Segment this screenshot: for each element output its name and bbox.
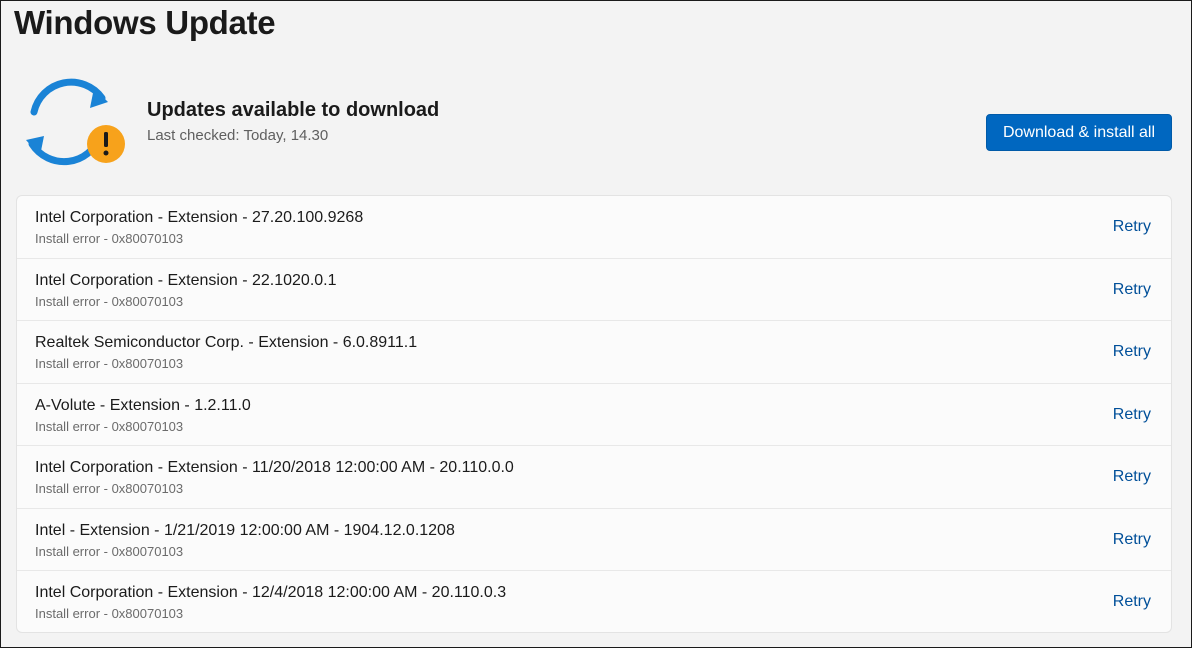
- sync-warning-icon: [22, 78, 130, 168]
- update-row: Intel Corporation - Extension - 12/4/201…: [17, 571, 1171, 632]
- update-name: Intel Corporation - Extension - 27.20.10…: [35, 209, 364, 226]
- update-row: Intel Corporation - Extension - 27.20.10…: [17, 196, 1171, 259]
- retry-link[interactable]: Retry: [1113, 531, 1151, 549]
- update-error-status: Install error - 0x80070103: [35, 543, 184, 559]
- update-row: Intel - Extension - 1/21/2019 12:00:00 A…: [17, 509, 1171, 571]
- update-name: Intel Corporation - Extension - 12/4/201…: [35, 584, 507, 601]
- last-checked-text: Last checked: Today, 14.30: [147, 127, 329, 144]
- retry-link[interactable]: Retry: [1113, 468, 1151, 486]
- retry-link[interactable]: Retry: [1113, 343, 1151, 361]
- update-error-status: Install error - 0x80070103: [35, 481, 184, 496]
- update-row: Realtek Semiconductor Corp. - Extension …: [17, 321, 1171, 384]
- update-name: Intel - Extension - 1/21/2019 12:00:00 A…: [35, 521, 455, 539]
- retry-link[interactable]: Retry: [1113, 218, 1151, 236]
- update-name: Intel Corporation - Extension - 11/20/20…: [35, 459, 514, 476]
- download-install-all-button[interactable]: Download & install all: [986, 114, 1172, 151]
- update-name: Realtek Semiconductor Corp. - Extension …: [35, 334, 418, 351]
- update-error-status: Install error - 0x80070103: [35, 356, 184, 371]
- update-row: Intel Corporation - Extension - 22.1020.…: [17, 259, 1171, 321]
- update-name: Intel Corporation - Extension - 22.1020.…: [35, 271, 337, 289]
- retry-link[interactable]: Retry: [1113, 406, 1151, 424]
- update-error-status: Install error - 0x80070103: [35, 606, 184, 621]
- status-title: Updates available to download: [147, 99, 440, 121]
- update-list: Intel Corporation - Extension - 27.20.10…: [16, 195, 1172, 633]
- update-error-status: Install error - 0x80070103: [35, 293, 184, 309]
- page-title: Windows Update: [14, 4, 276, 41]
- update-error-status: Install error - 0x80070103: [35, 418, 184, 434]
- update-row: Intel Corporation - Extension - 11/20/20…: [17, 446, 1171, 509]
- update-name: A-Volute - Extension - 1.2.11.0: [35, 396, 251, 414]
- update-error-status: Install error - 0x80070103: [35, 231, 184, 246]
- retry-link[interactable]: Retry: [1113, 593, 1151, 611]
- update-row: A-Volute - Extension - 1.2.11.0 Install e…: [17, 384, 1171, 446]
- retry-link[interactable]: Retry: [1113, 281, 1151, 299]
